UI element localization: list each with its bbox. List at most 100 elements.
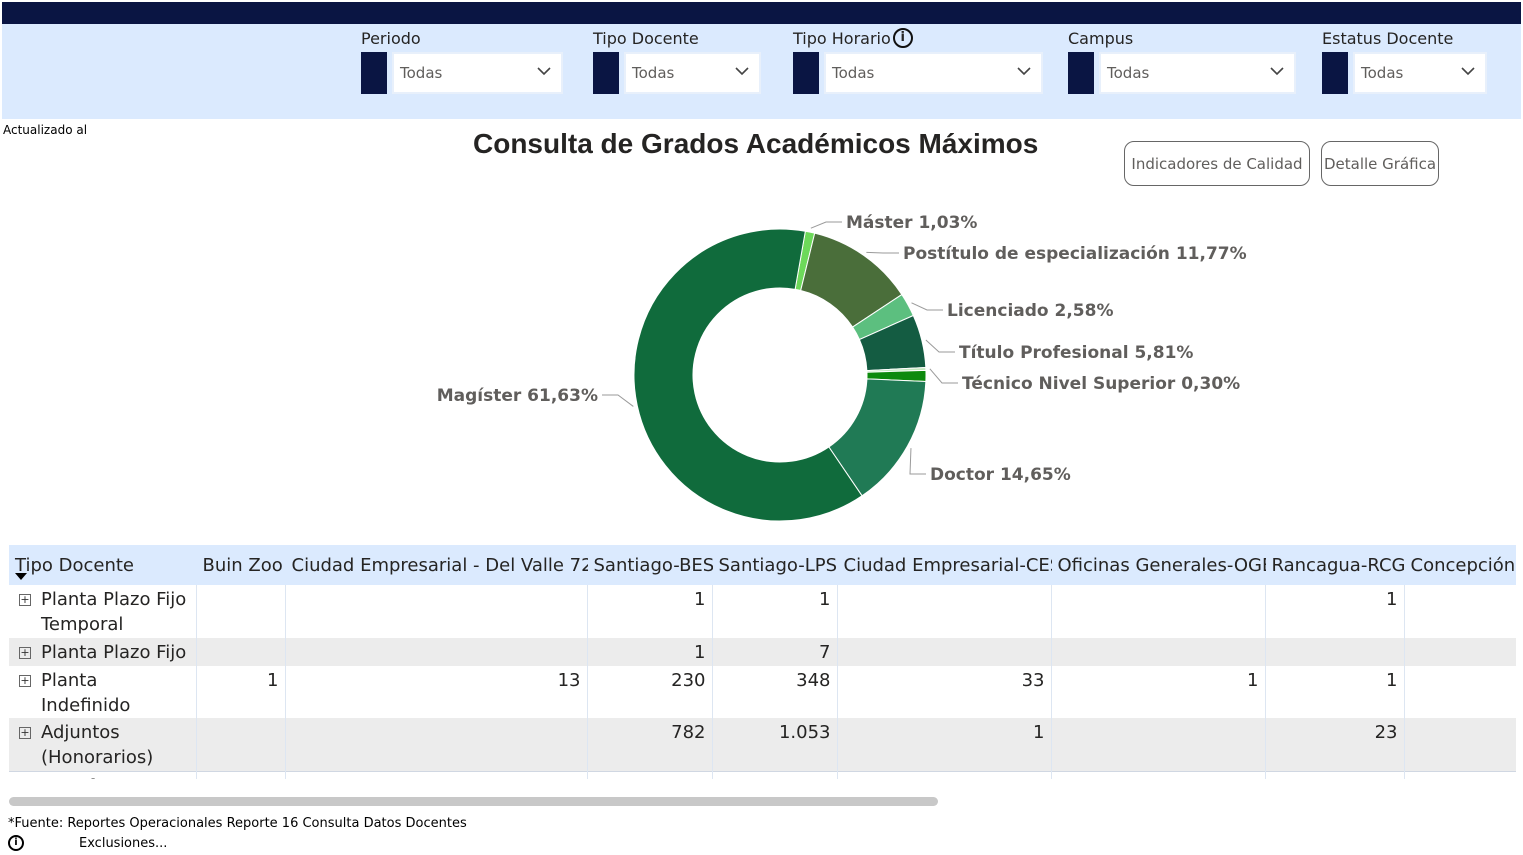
chevron-down-icon <box>1461 67 1475 76</box>
campus-dropdown[interactable]: Todas <box>1099 52 1296 94</box>
column-header[interactable]: Buin Zoo <box>196 545 286 585</box>
table-cell <box>1051 718 1266 771</box>
dropdown-value: Todas <box>1107 64 1150 82</box>
table-cell <box>1051 638 1266 666</box>
total-cell: 1.012 <box>587 770 713 779</box>
horizontal-scrollbar[interactable] <box>9 797 938 806</box>
leader-line <box>866 251 899 254</box>
sort-descending-icon <box>15 573 27 580</box>
table-cell <box>196 585 286 638</box>
column-header[interactable]: Oficinas Generales-OGE <box>1051 545 1273 585</box>
slicer-color-swatch <box>593 52 619 94</box>
table-cell <box>1404 638 1516 666</box>
page-title: Consulta de Grados Académicos Máximos <box>473 128 1039 159</box>
chart-detail-button[interactable]: Detalle Gráfica <box>1321 141 1439 186</box>
total-cell: 34 <box>837 770 1052 779</box>
column-header[interactable]: Santiago-LPS <box>712 545 838 585</box>
slicer-campus: Campus Todas <box>1068 28 1296 94</box>
table-cell: 1 <box>587 585 713 638</box>
expand-icon[interactable]: + <box>19 594 31 606</box>
table-cell: 1 <box>1265 666 1405 718</box>
top-header-bar <box>2 2 1521 24</box>
expand-icon[interactable]: + <box>19 727 31 739</box>
row-label: Planta Indefinido <box>41 670 131 716</box>
column-header-tipo-docente[interactable]: Tipo Docente <box>9 545 197 585</box>
estatus-docente-dropdown[interactable]: Todas <box>1353 52 1487 94</box>
slicer-label: Tipo Docente <box>593 29 699 48</box>
table-cell: 782 <box>587 718 713 771</box>
chevron-down-icon <box>735 67 749 76</box>
table-cell: 348 <box>712 666 838 718</box>
total-label: Total <box>9 770 197 779</box>
column-header[interactable]: Ciudad Empresarial - Del Valle 725 <box>285 545 604 585</box>
expand-icon[interactable]: + <box>19 675 31 687</box>
table-cell <box>1404 666 1516 718</box>
exclusions-note[interactable]: i Exclusiones... <box>8 835 167 851</box>
table-cell: 1 <box>587 638 713 666</box>
slicer-label: Tipo Horario i <box>793 28 913 50</box>
donut-chart: Máster 1,03% Postítulo de especialización… <box>437 213 1247 522</box>
row-label: Adjuntos (Honorarios) <box>41 722 154 768</box>
column-header[interactable]: Santiago-BES <box>587 545 714 585</box>
table-cell: 13 <box>285 666 588 718</box>
row-header: + Planta Plazo Fijo <box>9 638 197 666</box>
tipo-docente-dropdown[interactable]: Todas <box>624 52 761 94</box>
slicer-tipo-horario: Tipo Horario i Todas <box>793 28 1043 94</box>
data-label: Magíster 61,63% <box>437 386 598 406</box>
leader-line <box>925 339 955 353</box>
table-row: + Planta Indefinido 1 13 230 348 33 1 1 <box>9 666 1516 718</box>
periodo-dropdown[interactable]: Todas <box>392 52 563 94</box>
leader-line <box>909 448 926 475</box>
quality-indicators-button[interactable]: Indicadores de Calidad <box>1124 141 1310 186</box>
table-cell: 1 <box>196 666 286 718</box>
row-label: Planta Plazo Fijo Temporal <box>41 589 187 635</box>
table-row: + Planta Plazo Fijo Temporal 1 1 1 <box>9 585 1516 638</box>
row-header: + Planta Plazo Fijo Temporal <box>9 585 197 638</box>
data-label: Título Profesional 5,81% <box>959 343 1193 363</box>
row-header: + Planta Indefinido <box>9 666 197 718</box>
dropdown-value: Todas <box>1361 64 1404 82</box>
column-header[interactable]: Ciudad Empresarial-CES <box>837 545 1061 585</box>
table-cell: 1 <box>837 718 1052 771</box>
data-label: Doctor 14,65% <box>930 465 1071 485</box>
table-cell <box>837 585 1052 638</box>
total-cell: 1. <box>1404 770 1516 779</box>
slicer-label: Periodo <box>361 29 421 48</box>
slicer-periodo: Periodo Todas <box>361 28 563 94</box>
tipo-horario-dropdown[interactable]: Todas <box>824 52 1043 94</box>
chevron-down-icon <box>1017 67 1031 76</box>
table-cell <box>1265 638 1405 666</box>
table-cell: 1 <box>712 585 838 638</box>
data-label: Técnico Nivel Superior 0,30% <box>962 374 1240 394</box>
slicer-color-swatch <box>361 52 387 94</box>
table-row: +Adjuntos (Honorarios)7821.0531231 <box>9 718 1516 771</box>
expand-icon[interactable]: + <box>19 647 31 659</box>
dropdown-value: Todas <box>832 64 875 82</box>
slicer-estatus-docente: Estatus Docente Todas <box>1322 28 1487 94</box>
column-header[interactable]: Concepción- <box>1404 545 1516 585</box>
table-cell: 1.053 <box>712 718 838 771</box>
table-cell <box>285 638 588 666</box>
chevron-down-icon <box>1270 67 1284 76</box>
chevron-down-icon <box>537 67 551 76</box>
source-note: *Fuente: Reportes Operacionales Reporte … <box>8 816 467 831</box>
data-label: Licenciado 2,58% <box>947 301 1114 321</box>
row-label: Planta Plazo Fijo <box>41 642 187 663</box>
table-cell: 7 <box>712 638 838 666</box>
table-row: + Planta Plazo Fijo 1 7 <box>9 638 1516 666</box>
table-cell: 230 <box>587 666 713 718</box>
slicer-color-swatch <box>1322 52 1348 94</box>
data-label: Postítulo de especialización 11,77% <box>903 244 1247 264</box>
total-row: Total1131.0121.405341251. <box>9 770 1516 779</box>
info-icon[interactable]: i <box>8 835 24 851</box>
updated-label: Actualizado al <box>3 123 88 137</box>
column-header[interactable]: Rancagua-RCG <box>1265 545 1405 585</box>
slicer-label: Estatus Docente <box>1322 29 1454 48</box>
info-icon[interactable]: i <box>892 28 913 48</box>
table-cell <box>837 638 1052 666</box>
leader-line <box>810 221 842 229</box>
total-cell: 1.405 <box>712 770 838 779</box>
table-cell: 1 <box>1051 666 1266 718</box>
table-cell <box>1404 585 1516 638</box>
total-cell: 25 <box>1265 770 1405 779</box>
